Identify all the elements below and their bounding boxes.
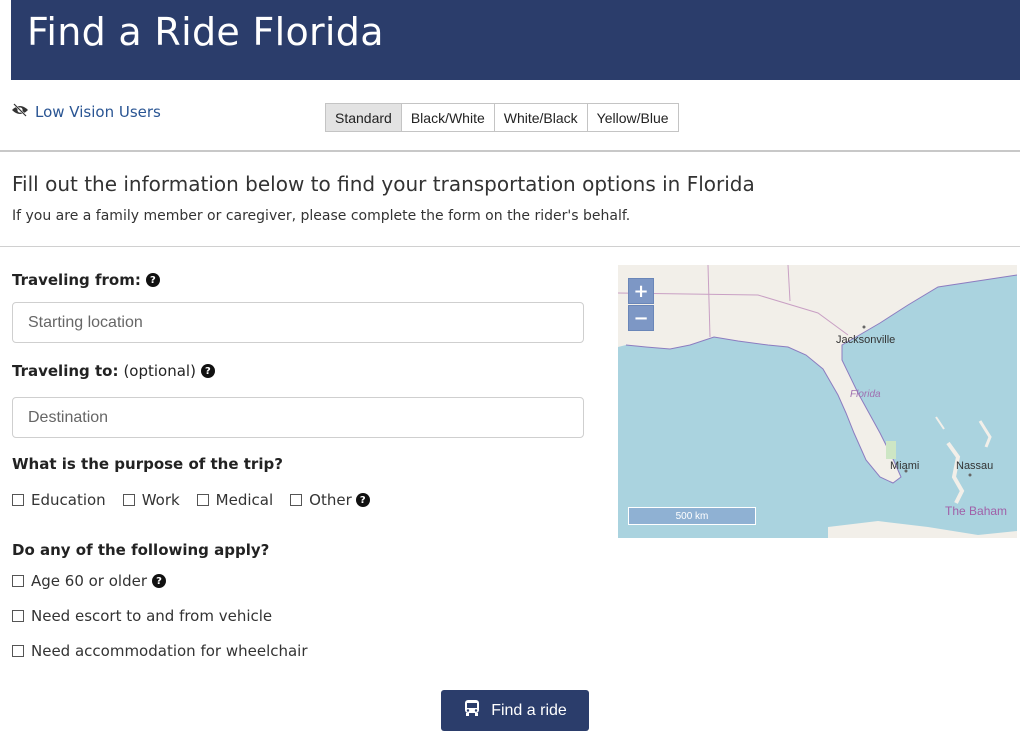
to-label: Traveling to: (optional) ? xyxy=(12,362,215,380)
purpose-work-checkbox[interactable]: Work xyxy=(122,491,180,509)
from-label: Traveling from: ? xyxy=(12,271,160,289)
theme-yellow-blue-button[interactable]: Yellow/Blue xyxy=(586,103,679,132)
theme-black-white-button[interactable]: Black/White xyxy=(400,103,495,132)
checkbox-box[interactable] xyxy=(12,575,24,587)
age-60-checkbox[interactable]: Age 60 or older ? xyxy=(12,572,167,590)
apply-label: Do any of the following apply? xyxy=(12,541,269,559)
question-circle-icon[interactable]: ? xyxy=(200,364,215,378)
bus-icon xyxy=(463,699,481,722)
purpose-option-label: Medical xyxy=(215,491,274,509)
map-label-nassau: Nassau xyxy=(956,460,993,472)
intro-section: Fill out the information below to find y… xyxy=(0,152,1020,247)
checkbox-box[interactable] xyxy=(12,610,24,622)
purpose-option-label: Other xyxy=(309,491,352,509)
low-vision-label: Low Vision Users xyxy=(35,103,161,121)
find-a-ride-label: Find a ride xyxy=(491,701,567,719)
site-title: Find a Ride Florida xyxy=(27,10,384,54)
purpose-option-label: Education xyxy=(31,491,106,509)
eye-slash-icon xyxy=(11,103,29,121)
purpose-label: What is the purpose of the trip? xyxy=(12,455,283,473)
question-circle-icon[interactable]: ? xyxy=(145,273,160,287)
checkbox-box[interactable] xyxy=(12,494,24,506)
checkbox-box[interactable] xyxy=(196,494,209,506)
theme-white-black-button[interactable]: White/Black xyxy=(493,103,588,132)
apply-label-text: Do any of the following apply? xyxy=(12,541,270,559)
checkbox-box[interactable] xyxy=(122,494,135,506)
to-optional-text: (optional) xyxy=(123,362,196,380)
destination-input[interactable] xyxy=(12,397,584,438)
checkbox-box[interactable] xyxy=(12,645,24,657)
zoom-in-button[interactable]: + xyxy=(628,278,654,304)
map-scale-bar: 500 km xyxy=(628,507,756,525)
intro-title: Fill out the information below to find y… xyxy=(12,172,755,196)
zoom-out-button[interactable]: − xyxy=(628,305,654,331)
question-circle-icon[interactable]: ? xyxy=(152,574,167,588)
question-circle-icon[interactable]: ? xyxy=(355,493,370,507)
to-label-text: Traveling to: xyxy=(12,362,119,380)
map-tiles: Jacksonville Florida Miami Nassau The Ba… xyxy=(618,265,1017,538)
map-view[interactable]: Jacksonville Florida Miami Nassau The Ba… xyxy=(618,265,1017,538)
theme-standard-button[interactable]: Standard xyxy=(325,103,402,132)
starting-location-input[interactable] xyxy=(12,302,584,343)
purpose-education-checkbox[interactable]: Education xyxy=(12,491,106,509)
purpose-label-text: What is the purpose of the trip? xyxy=(12,455,283,473)
map-label-miami: Miami xyxy=(890,460,919,472)
purpose-other-checkbox[interactable]: Other xyxy=(290,491,352,509)
intro-subtitle: If you are a family member or caregiver,… xyxy=(12,208,631,224)
apply-option-label: Need accommodation for wheelchair xyxy=(31,642,308,660)
apply-option-label: Age 60 or older xyxy=(31,572,148,590)
apply-option-label: Need escort to and from vehicle xyxy=(31,607,273,625)
map-label-bahamas: The Baham xyxy=(945,504,1007,518)
purpose-option-label: Work xyxy=(141,491,180,509)
find-a-ride-button[interactable]: Find a ride xyxy=(441,690,589,731)
low-vision-link[interactable]: Low Vision Users xyxy=(11,103,161,121)
from-label-text: Traveling from: xyxy=(12,271,141,289)
purpose-medical-checkbox[interactable]: Medical xyxy=(196,491,274,509)
low-vision-bar: Low Vision Users Standard Black/White Wh… xyxy=(0,80,1020,152)
theme-button-group: Standard Black/White White/Black Yellow/… xyxy=(325,103,679,132)
wheelchair-checkbox[interactable]: Need accommodation for wheelchair xyxy=(12,642,308,660)
map-label-florida: Florida xyxy=(850,389,881,400)
map-label-jacksonville: Jacksonville xyxy=(836,334,895,346)
checkbox-box[interactable] xyxy=(290,494,303,506)
escort-checkbox[interactable]: Need escort to and from vehicle xyxy=(12,607,272,625)
purpose-options: Education Work Medical Other ? xyxy=(12,491,370,509)
site-header: Find a Ride Florida xyxy=(11,0,1020,80)
